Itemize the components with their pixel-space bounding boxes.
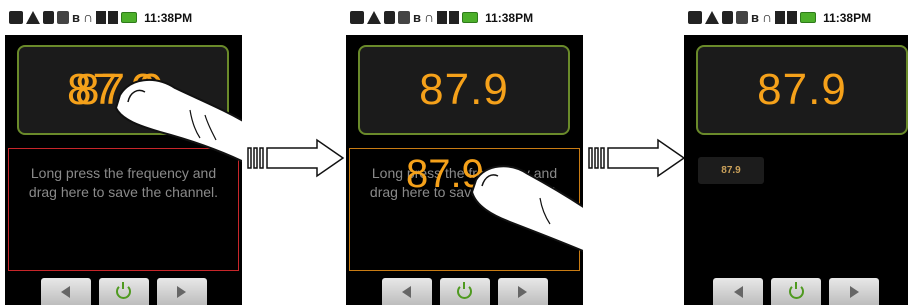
frequency-value: 87.9 (419, 65, 509, 114)
message-icon (9, 11, 23, 24)
status-time: 11:38PM (485, 10, 534, 25)
warning-icon (705, 11, 719, 24)
status-bar: ʙ ∩ 11:38PM (346, 0, 583, 35)
next-button[interactable] (156, 278, 207, 305)
frequency-value: 87.9 (757, 65, 847, 114)
status-bar: ʙ ∩ 11:38PM (684, 0, 908, 35)
control-bar (5, 275, 242, 305)
power-button[interactable] (439, 278, 490, 305)
vibrate-icon (736, 11, 748, 24)
arrow-right-icon (588, 138, 686, 178)
usb-icon (722, 11, 733, 24)
next-icon (518, 285, 527, 298)
headphones-icon: ∩ (83, 9, 94, 25)
power-icon (116, 282, 131, 299)
next-button[interactable] (497, 278, 548, 305)
message-icon (688, 11, 702, 24)
power-button[interactable] (98, 278, 149, 305)
prev-button[interactable] (381, 278, 432, 305)
usb-icon (384, 11, 395, 24)
bluetooth-icon: ʙ (72, 10, 80, 25)
saved-channel-chip[interactable]: 87.9 (698, 157, 764, 184)
signal-icon (437, 11, 460, 24)
warning-icon (26, 11, 40, 24)
usb-icon (43, 11, 54, 24)
signal-icon (96, 11, 119, 24)
hand-icon (114, 78, 242, 163)
screen-3: ʙ ∩ 11:38PM 87.9 87.9 (684, 0, 908, 305)
battery-icon (800, 12, 817, 23)
screen-2: ʙ ∩ 11:38PM 87.9 Long press the frequenc… (346, 0, 583, 305)
warning-icon (367, 11, 381, 24)
next-icon (849, 285, 859, 298)
battery-icon (462, 12, 479, 23)
power-icon (457, 282, 472, 299)
status-time: 11:38PM (144, 10, 193, 25)
power-icon (788, 282, 804, 299)
arrow-right-icon (247, 138, 345, 178)
frequency-display[interactable]: 87.9 (696, 45, 908, 135)
prev-icon (402, 285, 411, 298)
drop-hint: Long press the frequency and drag here t… (28, 165, 219, 200)
control-bar (684, 275, 908, 305)
hand-icon (470, 165, 583, 252)
signal-icon (775, 11, 798, 24)
frequency-display[interactable]: 87.9 (358, 45, 570, 135)
control-bar (346, 275, 583, 305)
status-bar: ʙ ∩ 11:38PM (5, 0, 242, 35)
vibrate-icon (57, 11, 69, 24)
screen-1: ʙ ∩ 11:38PM 87.9 87.9 Long press the fre… (5, 0, 242, 305)
favorites-drop-zone[interactable]: Long press the frequency and drag here t… (8, 148, 239, 271)
headphones-icon: ∩ (762, 9, 773, 25)
vibrate-icon (398, 11, 410, 24)
next-button[interactable] (829, 278, 879, 305)
power-button[interactable] (771, 278, 821, 305)
message-icon (350, 11, 364, 24)
next-icon (177, 285, 186, 298)
battery-icon (121, 12, 138, 23)
headphones-icon: ∩ (424, 9, 435, 25)
prev-icon (61, 285, 70, 298)
prev-icon (733, 285, 743, 298)
bluetooth-icon: ʙ (413, 10, 421, 25)
status-time: 11:38PM (823, 10, 872, 25)
bluetooth-icon: ʙ (751, 10, 759, 25)
prev-button[interactable] (713, 278, 763, 305)
prev-button[interactable] (40, 278, 91, 305)
